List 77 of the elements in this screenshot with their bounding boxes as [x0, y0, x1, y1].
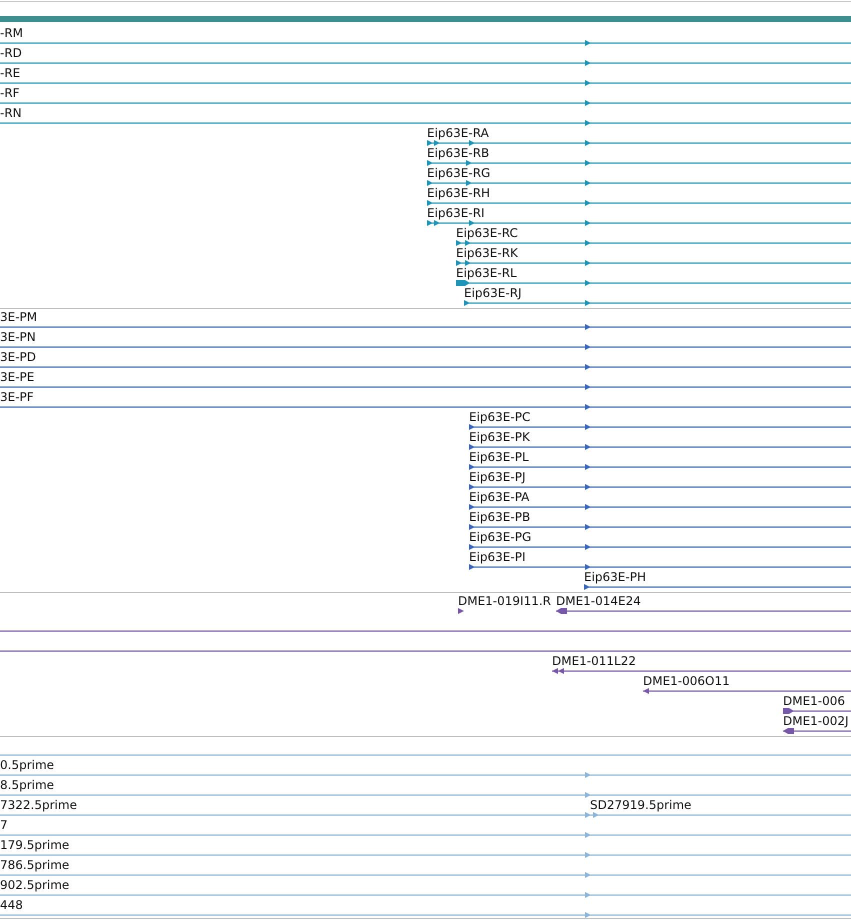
- feature-label: DME1-014E24: [556, 594, 641, 608]
- feature-glyph[interactable]: [427, 160, 851, 166]
- feature-label: SD27919.5prime: [590, 798, 692, 812]
- feature-label: -RF: [0, 86, 20, 100]
- feature-label: 3E-PN: [0, 330, 36, 344]
- feature-label: Eip63E-PA: [469, 490, 530, 504]
- feature-label: Eip63E-RG: [427, 166, 490, 180]
- feature-label: 3E-PD: [0, 350, 36, 364]
- feature-glyph[interactable]: [456, 280, 851, 286]
- feature-glyph[interactable]: [0, 384, 851, 390]
- feature-glyph[interactable]: [0, 80, 851, 86]
- feature-label: DME1-019I11.R: [458, 594, 552, 608]
- feature-glyph[interactable]: [456, 240, 851, 246]
- feature-label: 3E-PF: [0, 390, 34, 404]
- feature-glyph[interactable]: [0, 404, 851, 410]
- feature-label: -RD: [0, 46, 22, 60]
- feature-glyph[interactable]: [783, 708, 851, 714]
- feature-label: Eip63E-PG: [469, 530, 532, 544]
- feature-label: 179.5prime: [0, 838, 70, 852]
- feature-label: DME1-002J: [783, 714, 849, 728]
- feature-glyph[interactable]: [552, 668, 851, 674]
- feature-label: Eip63E-PI: [469, 550, 526, 564]
- feature-glyph[interactable]: [469, 444, 851, 450]
- feature-glyph[interactable]: [0, 60, 851, 66]
- feature-label: 0.5prime: [0, 758, 54, 772]
- feature-glyph[interactable]: [469, 464, 851, 470]
- feature-glyph[interactable]: [469, 484, 851, 490]
- feature-label: -RN: [0, 106, 22, 120]
- feature-glyph[interactable]: [0, 344, 851, 350]
- feature-label: 902.5prime: [0, 878, 70, 892]
- feature-label: Eip63E-RC: [456, 226, 518, 240]
- feature-label: Eip63E-PC: [469, 410, 530, 424]
- feature-glyph[interactable]: [0, 324, 851, 330]
- feature-glyph[interactable]: [456, 260, 851, 266]
- feature-label: Eip63E-PB: [469, 510, 530, 524]
- feature-label: Eip63E-RL: [456, 266, 517, 280]
- feature-label: Eip63E-PH: [584, 570, 646, 584]
- feature-label: 3E-PM: [0, 310, 38, 324]
- feature-glyph[interactable]: [469, 564, 851, 570]
- feature-label: Eip63E-RI: [427, 206, 485, 220]
- feature-label: DME1-011L22: [552, 654, 636, 668]
- feature-glyph[interactable]: [427, 140, 851, 146]
- feature-label: DME1-006: [783, 694, 846, 708]
- feature-glyph[interactable]: [427, 220, 851, 226]
- feature-glyph[interactable]: [0, 120, 851, 126]
- feature-glyph[interactable]: [0, 364, 851, 370]
- feature-label: 3E-PE: [0, 370, 34, 384]
- feature-label: DME1-006O11: [643, 674, 730, 688]
- feature-label: 8.5prime: [0, 778, 54, 792]
- feature-glyph[interactable]: [783, 728, 851, 734]
- feature-glyph[interactable]: [0, 100, 851, 106]
- feature-label: Eip63E-PJ: [469, 470, 526, 484]
- feature-label: Eip63E-RJ: [464, 286, 522, 300]
- feature-glyph[interactable]: [643, 688, 851, 694]
- feature-label: 448: [0, 898, 23, 912]
- feature-glyph[interactable]: [469, 524, 851, 530]
- feature-label: Eip63E-PK: [469, 430, 530, 444]
- feature-label: -RE: [0, 66, 20, 80]
- feature-glyph[interactable]: [556, 608, 851, 614]
- feature-glyph[interactable]: [427, 180, 851, 186]
- feature-label: 786.5prime: [0, 858, 70, 872]
- feature-label: Eip63E-RA: [427, 126, 489, 140]
- feature-label: 7: [0, 818, 8, 832]
- feature-glyph[interactable]: [464, 300, 851, 306]
- feature-label: 7322.5prime: [0, 798, 77, 812]
- feature-label: Eip63E-RH: [427, 186, 490, 200]
- feature-label: -RM: [0, 26, 24, 40]
- feature-label: Eip63E-RK: [456, 246, 518, 260]
- feature-glyph[interactable]: [469, 544, 851, 550]
- feature-glyph[interactable]: [469, 504, 851, 510]
- feature-glyph[interactable]: [0, 40, 851, 46]
- feature-glyph[interactable]: [458, 608, 464, 614]
- feature-glyph[interactable]: [584, 584, 851, 590]
- feature-label: Eip63E-RB: [427, 146, 490, 160]
- feature-label: Eip63E-PL: [469, 450, 529, 464]
- feature-glyph[interactable]: [427, 200, 851, 206]
- feature-glyph[interactable]: [469, 424, 851, 430]
